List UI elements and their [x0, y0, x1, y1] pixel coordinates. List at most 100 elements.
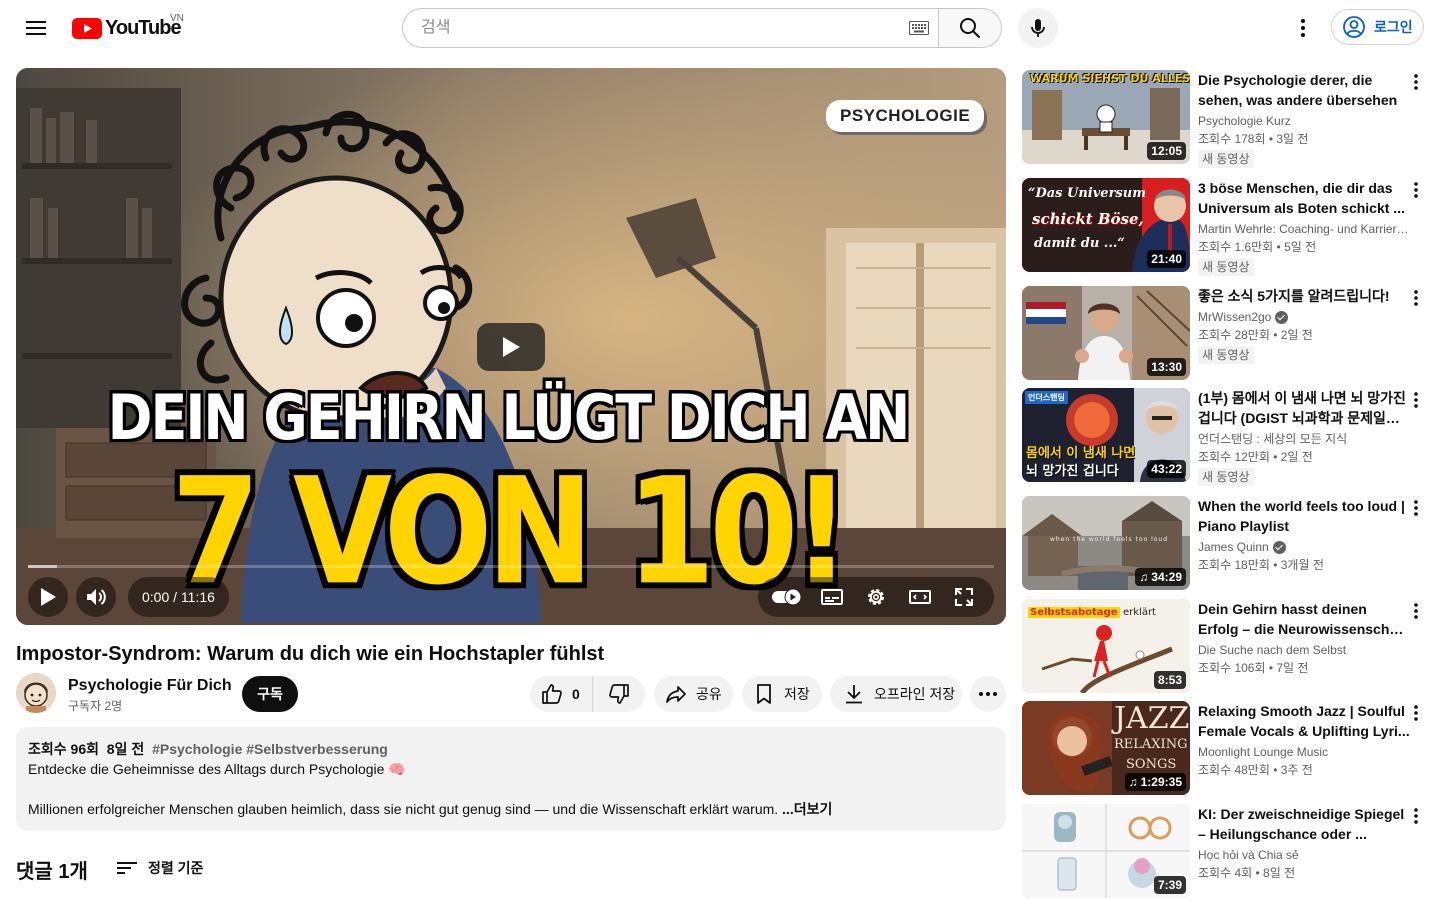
- thumbnail-overlay-text: WARUM SIEHST DU ALLES?: [1030, 72, 1190, 85]
- thumbnail-overlay-text: Selbstsabotage erklärt: [1028, 607, 1156, 618]
- related-video-item[interactable]: JAZZ RELAXING SONGS ♫ 1:29:35 Relaxing Smooth…: [1022, 701, 1440, 795]
- settings-more-button[interactable]: [1283, 8, 1323, 48]
- related-video-channel[interactable]: MrWissen2go: [1198, 308, 1410, 326]
- thumbnail-category-badge: PSYCHOLOGIE: [826, 100, 985, 132]
- related-video-item[interactable]: when the world feels too loud ♫ 34:29 When …: [1022, 496, 1440, 590]
- related-video-channel[interactable]: James Quinn: [1198, 538, 1410, 556]
- subscribe-button[interactable]: 구독: [242, 676, 298, 712]
- country-code: VN: [170, 13, 184, 24]
- related-video-item[interactable]: 7:39 KI: Der zweischneidige Spiegel – Hei…: [1022, 804, 1440, 898]
- share-button[interactable]: 공유: [654, 676, 733, 712]
- save-button[interactable]: 저장: [742, 676, 822, 712]
- related-video-views: 조회수 18만회 • 3개월 전: [1198, 558, 1324, 572]
- related-video-title[interactable]: Relaxing Smooth Jazz | Soulful Female Vo…: [1198, 701, 1410, 741]
- related-video-item[interactable]: “Das Universum schickt Böse, damit du ...“…: [1022, 178, 1440, 276]
- video-duration: 43:22: [1147, 460, 1186, 478]
- upload-age: 8일 전: [106, 741, 145, 757]
- related-video-title[interactable]: Die Psychologie derer, die sehen, was an…: [1198, 70, 1410, 110]
- related-video-info: 좋은 소식 5가지를 알려드립니다! MrWissen2go 조회수 28만회 • …: [1198, 286, 1410, 364]
- autoplay-toggle[interactable]: [768, 577, 808, 617]
- channel-name-link[interactable]: Psychologie Für Dich: [68, 675, 232, 697]
- related-video-thumbnail[interactable]: when the world feels too loud ♫ 34:29: [1022, 496, 1190, 590]
- related-channel-name: 언더스탠딩 : 세상의 모든 지식: [1198, 432, 1348, 446]
- share-label: 공유: [696, 686, 722, 702]
- dislike-button[interactable]: [593, 676, 645, 712]
- vertical-dots-icon: [1414, 500, 1418, 516]
- related-video-info: Dein Gehirn hasst deinen Erfolg – die Ne…: [1198, 599, 1410, 677]
- subtitles-button[interactable]: [812, 577, 852, 617]
- related-video-title[interactable]: Dein Gehirn hasst deinen Erfolg – die Ne…: [1198, 599, 1410, 639]
- settings-button[interactable]: [856, 577, 896, 617]
- like-dislike-group: 0: [530, 676, 645, 712]
- search-button[interactable]: [938, 8, 1002, 48]
- play-button[interactable]: [28, 577, 68, 617]
- keyboard-icon[interactable]: [909, 21, 929, 35]
- related-video-thumbnail[interactable]: 13:30: [1022, 286, 1190, 380]
- vertical-dots-icon: [1414, 290, 1418, 306]
- video-player[interactable]: PSYCHOLOGIE DEIN GEHIRN LÜGT DICH AN 7 V…: [16, 68, 1006, 625]
- like-button[interactable]: 0: [530, 676, 593, 712]
- related-video-channel[interactable]: Psychologie Kurz: [1198, 112, 1410, 130]
- related-video-channel[interactable]: 언더스탠딩 : 세상의 모든 지식: [1198, 430, 1410, 448]
- more-actions-button[interactable]: [970, 676, 1006, 712]
- related-video-menu-button[interactable]: [1404, 178, 1428, 202]
- channel-avatar[interactable]: [16, 673, 56, 713]
- thumbnail-overlay-highlight: Selbstsabotage: [1028, 607, 1120, 618]
- related-video-channel[interactable]: Die Suche nach dem Selbst: [1198, 641, 1410, 659]
- related-video-thumbnail[interactable]: WARUM SIEHST DU ALLES? 12:05: [1022, 70, 1190, 164]
- duration-text: 12:05: [1151, 144, 1182, 158]
- theater-mode-icon: [909, 590, 931, 604]
- guide-menu-button[interactable]: [16, 8, 56, 48]
- related-video-item[interactable]: 13:30 좋은 소식 5가지를 알려드립니다! MrWissen2go 조회수 28…: [1022, 286, 1440, 380]
- related-video-title[interactable]: 3 böse Menschen, die dir das Universum a…: [1198, 178, 1410, 218]
- related-video-info: When the world feels too loud | Piano Pl…: [1198, 496, 1410, 574]
- play-icon: [41, 588, 56, 606]
- related-video-thumbnail[interactable]: “Das Universum schickt Böse, damit du ...“…: [1022, 178, 1190, 272]
- related-video-channel[interactable]: Học hỏi và Chia sẻ: [1198, 846, 1410, 864]
- description-line-2: Millionen erfolgreicher Menschen glauben…: [28, 799, 994, 819]
- mute-button[interactable]: [76, 577, 116, 617]
- youtube-logo[interactable]: YouTube: [72, 16, 182, 40]
- related-video-channel[interactable]: Moonlight Lounge Music: [1198, 743, 1410, 761]
- related-video-title[interactable]: (1부) 몸에서 이 냄새 나면 뇌 망가진 겁니다 (DGIST 뇌과학과 문…: [1198, 388, 1410, 428]
- hashtags[interactable]: #Psychologie #Selbstverbesserung: [152, 741, 388, 757]
- related-video-item[interactable]: WARUM SIEHST DU ALLES? 12:05 Die Psycholog…: [1022, 70, 1440, 168]
- related-video-thumbnail[interactable]: Selbstsabotage erklärt 8:53: [1022, 599, 1190, 693]
- related-video-menu-button[interactable]: [1404, 701, 1428, 725]
- related-channel-name: Martin Wehrle: Coaching- und Karrieretip…: [1198, 222, 1410, 236]
- autoplay-toggle-icon: [772, 588, 802, 606]
- voice-search-button[interactable]: [1018, 8, 1058, 48]
- video-duration: 13:30: [1147, 358, 1186, 376]
- download-button[interactable]: 오프라인 저장: [830, 676, 962, 712]
- related-video-channel[interactable]: Martin Wehrle: Coaching- und Karrieretip…: [1198, 220, 1410, 238]
- thumbnail-headline: DEIN GEHIRN LÜGT DICH AN: [107, 381, 911, 454]
- related-video-title[interactable]: KI: Der zweischneidige Spiegel – Heilung…: [1198, 804, 1410, 844]
- related-video-views: 조회수 28만회 • 2일 전: [1198, 328, 1313, 342]
- comments-count: 댓글 1개: [16, 861, 88, 883]
- related-video-menu-button[interactable]: [1404, 804, 1428, 828]
- progress-bar[interactable]: [28, 565, 994, 568]
- related-video-item[interactable]: Selbstsabotage erklärt 8:53 Dein Gehirn ha…: [1022, 599, 1440, 693]
- fullscreen-button[interactable]: [944, 577, 984, 617]
- large-play-button[interactable]: [477, 323, 545, 371]
- sign-in-button[interactable]: 로그인: [1331, 9, 1424, 45]
- vertical-dots-icon: [1301, 19, 1305, 37]
- related-channel-name: James Quinn: [1198, 540, 1269, 554]
- related-video-menu-button[interactable]: [1404, 286, 1428, 310]
- theater-mode-button[interactable]: [900, 577, 940, 617]
- related-video-title[interactable]: When the world feels too loud | Piano Pl…: [1198, 496, 1410, 536]
- related-video-menu-button[interactable]: [1404, 496, 1428, 520]
- account-circle-icon: [1343, 16, 1365, 38]
- related-video-menu-button[interactable]: [1404, 70, 1428, 94]
- related-video-menu-button[interactable]: [1404, 599, 1428, 623]
- related-video-title[interactable]: 좋은 소식 5가지를 알려드립니다!: [1198, 286, 1410, 306]
- sort-comments-button[interactable]: 정렬 기준: [116, 854, 203, 882]
- show-more-link[interactable]: ...더보기: [782, 801, 832, 817]
- related-video-thumbnail[interactable]: 언더스탠딩 몸에서 이 냄새 나면 뇌 망가진 겁니다 43:22: [1022, 388, 1190, 482]
- related-video-menu-button[interactable]: [1404, 388, 1428, 412]
- description-box[interactable]: 조회수 96회 8일 전 #Psychologie #Selbstverbess…: [16, 727, 1006, 831]
- related-video-thumbnail[interactable]: 7:39: [1022, 804, 1190, 898]
- related-video-item[interactable]: 언더스탠딩 몸에서 이 냄새 나면 뇌 망가진 겁니다 43:22 (1부) 몸에서 이…: [1022, 388, 1440, 486]
- search-input[interactable]: [421, 19, 891, 37]
- related-video-thumbnail[interactable]: JAZZ RELAXING SONGS ♫ 1:29:35: [1022, 701, 1190, 795]
